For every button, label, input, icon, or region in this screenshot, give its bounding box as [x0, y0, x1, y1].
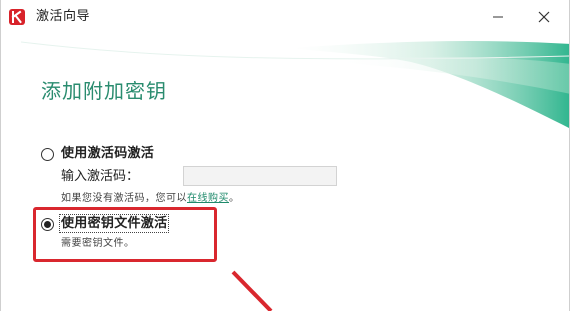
kaspersky-k-icon [9, 9, 25, 25]
activation-code-option-label[interactable]: 使用激活码激活 [61, 146, 154, 162]
minimize-button[interactable] [475, 0, 521, 34]
title-bar: 激活向导 [1, 0, 569, 34]
minimize-icon [493, 16, 503, 18]
page-title: 添加附加密钥 [41, 79, 167, 103]
key-file-option-text: 使用密钥文件激活 [58, 214, 170, 233]
red-arrow-annotation [231, 270, 273, 311]
key-file-hint: 需要密钥文件。 [61, 238, 135, 249]
hint-suffix: 。 [229, 193, 240, 204]
hint-prefix: 如果您没有激活码，您可以 [61, 193, 187, 204]
activation-code-input-label: 输入激活码： [61, 169, 140, 184]
activation-code-hint: 如果您没有激活码，您可以在线购买。 [61, 192, 240, 206]
close-button[interactable] [521, 0, 567, 34]
key-file-option-label[interactable]: 使用密钥文件激活 [58, 214, 170, 233]
activation-code-input[interactable] [183, 166, 337, 186]
buy-online-link[interactable]: 在线购买 [187, 193, 229, 204]
window-title: 激活向导 [36, 9, 91, 24]
activation-code-radio[interactable] [41, 148, 54, 161]
activation-wizard-window: 激活向导 添加附加密钥 使用激活码激活 输入激活码： 如果您没有激活码，您可以在… [0, 0, 570, 311]
key-file-radio[interactable] [41, 218, 54, 231]
close-icon [538, 11, 550, 23]
